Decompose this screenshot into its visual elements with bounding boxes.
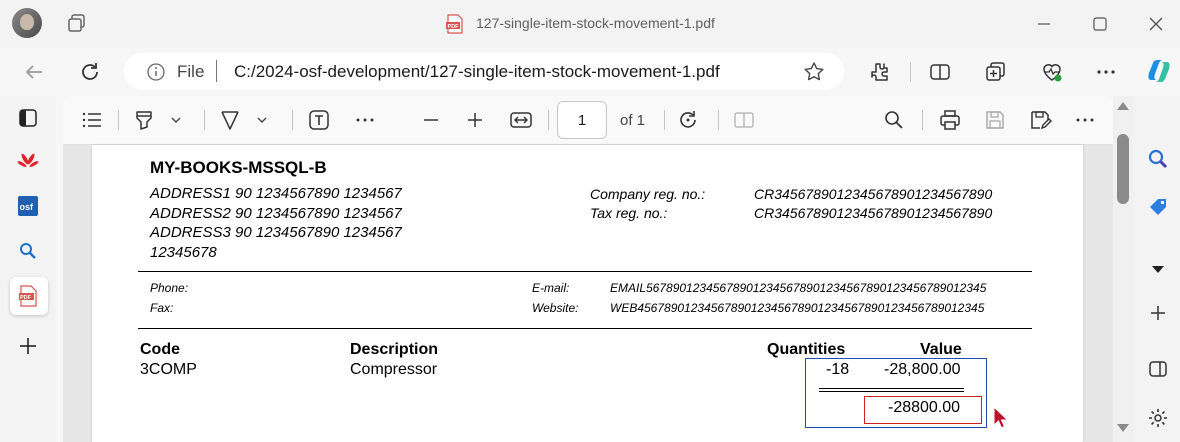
save-icon[interactable]: [983, 108, 1007, 132]
description-header: Description: [350, 341, 439, 358]
scheme-label: File: [177, 62, 205, 81]
find-search-icon[interactable]: [882, 108, 906, 132]
minimize-icon[interactable]: [1032, 12, 1056, 36]
company-name: MY-BOOKS-MSSQL-B: [150, 158, 327, 177]
split-screen-icon[interactable]: [928, 60, 952, 84]
maximize-icon[interactable]: [1088, 12, 1112, 36]
left-sidebar: [0, 96, 56, 442]
row-description: Compressor: [350, 361, 438, 378]
code-header: Code: [140, 341, 180, 358]
profile-avatar[interactable]: [12, 8, 42, 38]
header-rule: [138, 271, 1032, 272]
phone-label: Phone:: [150, 281, 189, 295]
collections-icon[interactable]: [984, 60, 1008, 84]
browser-essentials-icon[interactable]: [1040, 60, 1064, 84]
svg-text:PDF: PDF: [20, 295, 32, 301]
add-icon[interactable]: [1147, 302, 1169, 324]
add-tab-icon[interactable]: [17, 335, 39, 357]
save-as-icon[interactable]: [1028, 108, 1052, 132]
page-total-label: of 1: [620, 112, 646, 129]
company-reg-value: CR3456789012345678901234567890: [754, 186, 993, 202]
toolbar-separator: [118, 110, 119, 130]
toolbar-separator: [910, 62, 911, 82]
scroll-down-arrow-icon[interactable]: [1117, 424, 1129, 432]
address-line-3: ADDRESS3 90 1234567890 1234567: [150, 224, 402, 241]
url-text[interactable]: C:/2024-osf-development/127-single-item-…: [234, 62, 720, 82]
draw-icon[interactable]: [218, 108, 242, 132]
quantities-header: Quantities: [767, 341, 846, 358]
zoom-in-icon[interactable]: [463, 108, 487, 132]
close-icon[interactable]: [1144, 12, 1168, 36]
tab-actions-icon[interactable]: [66, 12, 88, 34]
row-code: 3COMP: [140, 361, 197, 378]
toolbar-separator: [922, 110, 923, 130]
mouse-pointer-icon: [993, 405, 1009, 430]
print-icon[interactable]: [938, 108, 962, 132]
contact-rule: [138, 328, 1032, 329]
zoom-out-icon[interactable]: [419, 108, 443, 132]
fit-width-icon[interactable]: [509, 108, 533, 132]
row-value: -28,800.00: [884, 361, 961, 378]
osf-app-icon[interactable]: osf: [17, 195, 39, 217]
sidebar-panel-icon[interactable]: [17, 107, 39, 129]
pdf-tab-icon[interactable]: PDF: [17, 285, 39, 307]
toolbar-separator: [718, 110, 719, 130]
fax-label: Fax:: [150, 301, 174, 315]
favorite-star-icon[interactable]: [802, 60, 826, 84]
total-rule-lower: [819, 391, 964, 392]
toolbar-separator: [664, 110, 665, 130]
draw-options-chevron-icon[interactable]: [252, 108, 272, 132]
email-label: E-mail:: [532, 281, 570, 295]
toolbar-separator: [292, 110, 293, 130]
row-quantity: -18: [826, 361, 850, 378]
address-separator: [216, 60, 217, 82]
highlight-icon[interactable]: [132, 108, 156, 132]
copilot-icon[interactable]: [1144, 56, 1174, 86]
address-line-2: ADDRESS2 90 1234567890 1234567: [150, 205, 402, 222]
settings-gear-icon[interactable]: [1147, 407, 1169, 429]
svg-text:PDF: PDF: [448, 24, 460, 30]
back-icon[interactable]: [20, 58, 48, 86]
total-rule-upper: [819, 388, 964, 389]
page-view-icon[interactable]: [732, 108, 756, 132]
company-reg-label: Company reg. no.:: [590, 186, 706, 202]
contents-list-icon[interactable]: [80, 108, 104, 132]
contact-values-clip: EMAIL56789012345678901234567890123456789…: [610, 281, 1032, 321]
scroll-up-arrow-icon[interactable]: [1117, 102, 1129, 110]
extensions-icon[interactable]: [868, 60, 892, 84]
tab-title[interactable]: 127-single-item-stock-movement-1.pdf: [476, 15, 715, 31]
pdf-page: MY-BOOKS-MSSQL-B ADDRESS1 90 1234567890 …: [92, 145, 1083, 442]
highlight-options-chevron-icon[interactable]: [166, 108, 186, 132]
toolbar-separator: [548, 110, 549, 130]
value-header: Value: [920, 341, 962, 358]
more-tools-icon[interactable]: [353, 108, 377, 132]
pdf-file-icon: PDF: [446, 14, 464, 34]
tax-reg-value: CR3456789012345678901234567890: [754, 205, 993, 221]
text-tool-icon[interactable]: [307, 108, 331, 132]
shopping-tag-icon[interactable]: [1147, 196, 1169, 218]
scrollbar-thumb[interactable]: [1117, 134, 1129, 204]
total-value: -28800.00: [888, 399, 961, 416]
page-number-input[interactable]: [557, 101, 607, 139]
more-options-icon[interactable]: [1073, 108, 1097, 132]
more-options-icon[interactable]: [1094, 60, 1118, 84]
search-icon[interactable]: [1147, 148, 1169, 170]
dropdown-arrow-icon[interactable]: [1147, 258, 1169, 280]
tax-reg-label: Tax reg. no.:: [590, 205, 668, 221]
search-icon[interactable]: [17, 240, 39, 262]
website-label: Website:: [532, 301, 579, 315]
toolbar-separator: [204, 110, 205, 130]
website-value: WEB4567890123456789012345678901234567890…: [610, 301, 985, 315]
site-info-icon[interactable]: [146, 62, 166, 82]
refresh-icon[interactable]: [76, 58, 104, 86]
rotate-icon[interactable]: [676, 108, 700, 132]
address-line-4: 12345678: [150, 244, 217, 261]
address-line-1: ADDRESS1 90 1234567890 1234567: [150, 185, 402, 202]
email-value: EMAIL56789012345678901234567890123456789…: [610, 281, 987, 295]
svg-text:osf: osf: [20, 202, 35, 212]
huawei-icon[interactable]: [17, 150, 39, 172]
sidebar-toggle-icon[interactable]: [1147, 358, 1169, 380]
